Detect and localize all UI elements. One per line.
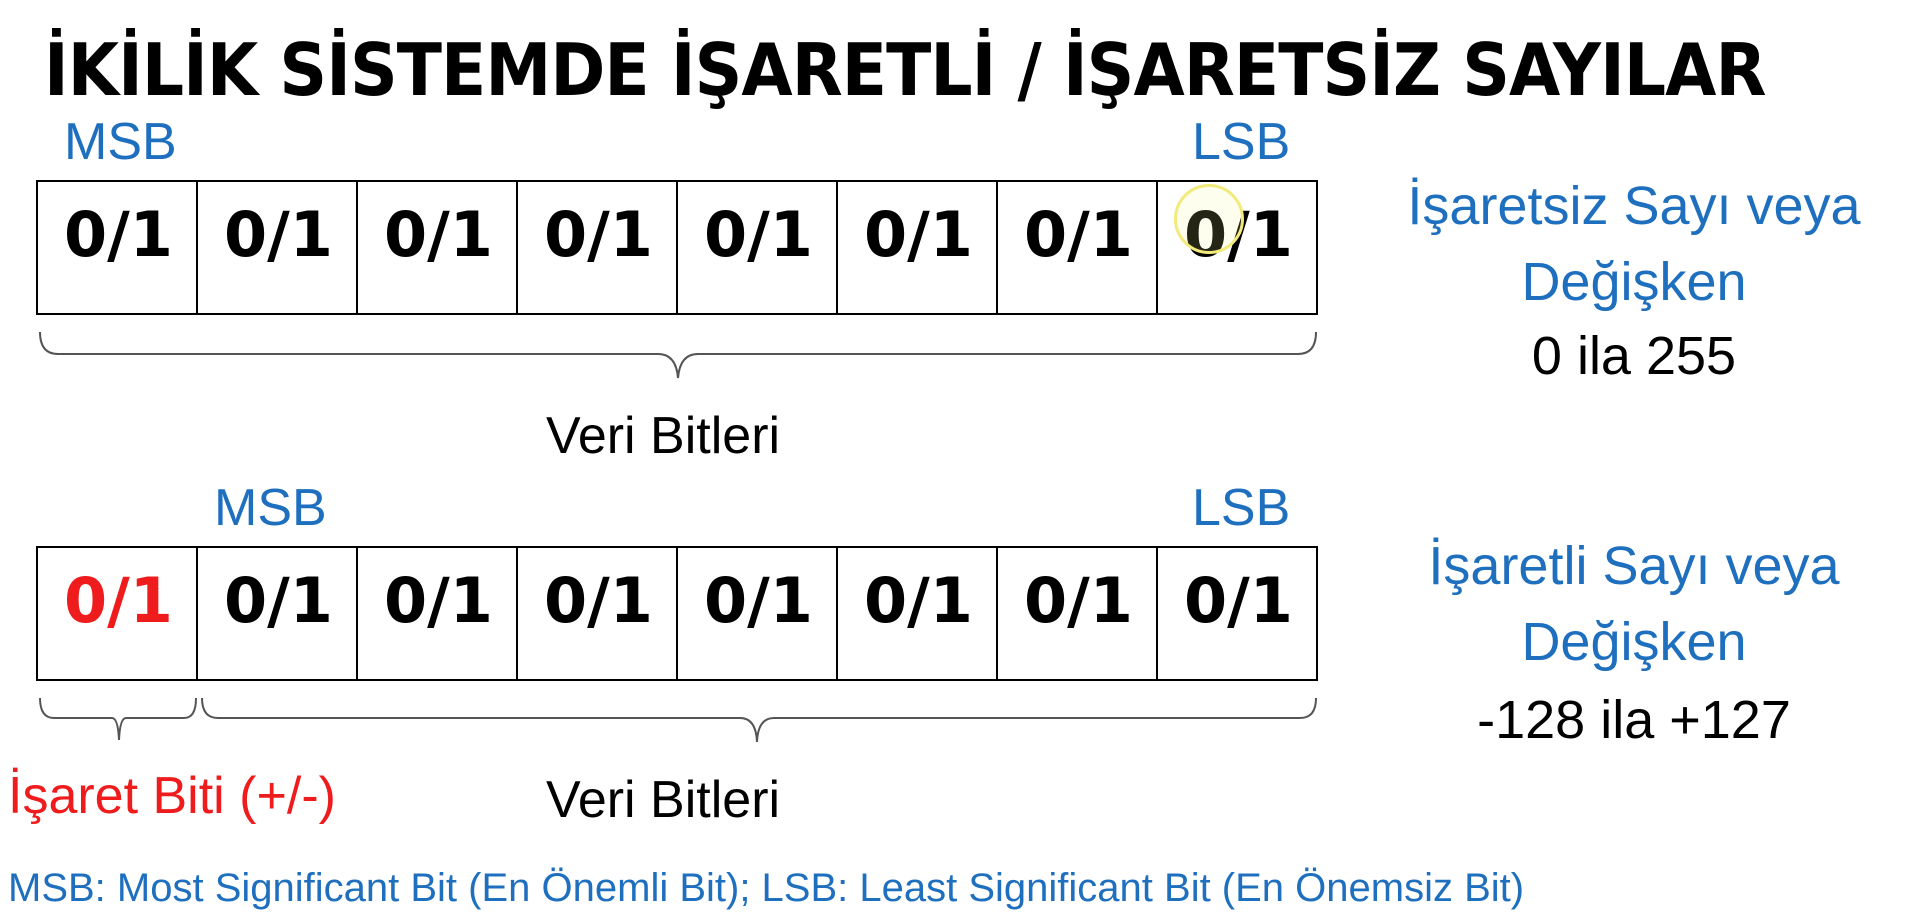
signed-lsb-label: LSB [1192,479,1291,537]
signed-bit-4: 0/1 [518,548,678,679]
sign-bit-label: İşaret Biti (+/-) [8,767,336,825]
unsigned-data-bits-label: Veri Bitleri [546,407,781,465]
page-title: İKİLİK SİSTEMDE İŞARETLİ / İŞARETSİZ SAY… [44,28,1766,112]
signed-range: -128 ila +127 [1477,690,1791,750]
unsigned-bit-7: 0/1 [38,182,198,313]
unsigned-msb-label: MSB [64,113,177,171]
unsigned-bit-2: 0/1 [838,182,998,313]
unsigned-bit-6: 0/1 [198,182,358,313]
signed-register: 0/1 0/1 0/1 0/1 0/1 0/1 0/1 0/1 [36,546,1318,681]
unsigned-register: 0/1 0/1 0/1 0/1 0/1 0/1 0/1 0/1 [36,180,1318,315]
signed-sign-bit: 0/1 [38,548,198,679]
signed-msb-label: MSB [214,479,327,537]
unsigned-bit-3: 0/1 [678,182,838,313]
unsigned-bit-4: 0/1 [518,182,678,313]
signed-bit-5: 0/1 [358,548,518,679]
unsigned-desc-line1: İşaretsiz Sayı veya [1407,176,1861,236]
unsigned-desc-line2: Değişken [1521,252,1747,312]
sign-bit-brace [39,697,197,741]
footnote: MSB: Most Significant Bit (En Önemli Bit… [8,866,1525,910]
signed-bit-0: 0/1 [1184,564,1293,637]
signed-desc-line2: Değişken [1521,612,1747,672]
signed-bit-3: 0/1 [678,548,838,679]
signed-bit-6: 0/1 [198,548,358,679]
cursor-highlight [1174,184,1244,254]
unsigned-lsb-label: LSB [1192,113,1291,171]
unsigned-bit-1: 0/1 [998,182,1158,313]
unsigned-range: 0 ila 255 [1531,326,1737,386]
signed-bit-1: 0/1 [998,548,1158,679]
signed-data-bits-brace [201,697,1317,743]
signed-bit-2: 0/1 [838,548,998,679]
unsigned-data-bits-brace [39,331,1317,379]
signed-desc-line1: İşaretli Sayı veya [1428,536,1840,596]
unsigned-bit-5: 0/1 [358,182,518,313]
signed-data-bits-label: Veri Bitleri [546,771,781,829]
